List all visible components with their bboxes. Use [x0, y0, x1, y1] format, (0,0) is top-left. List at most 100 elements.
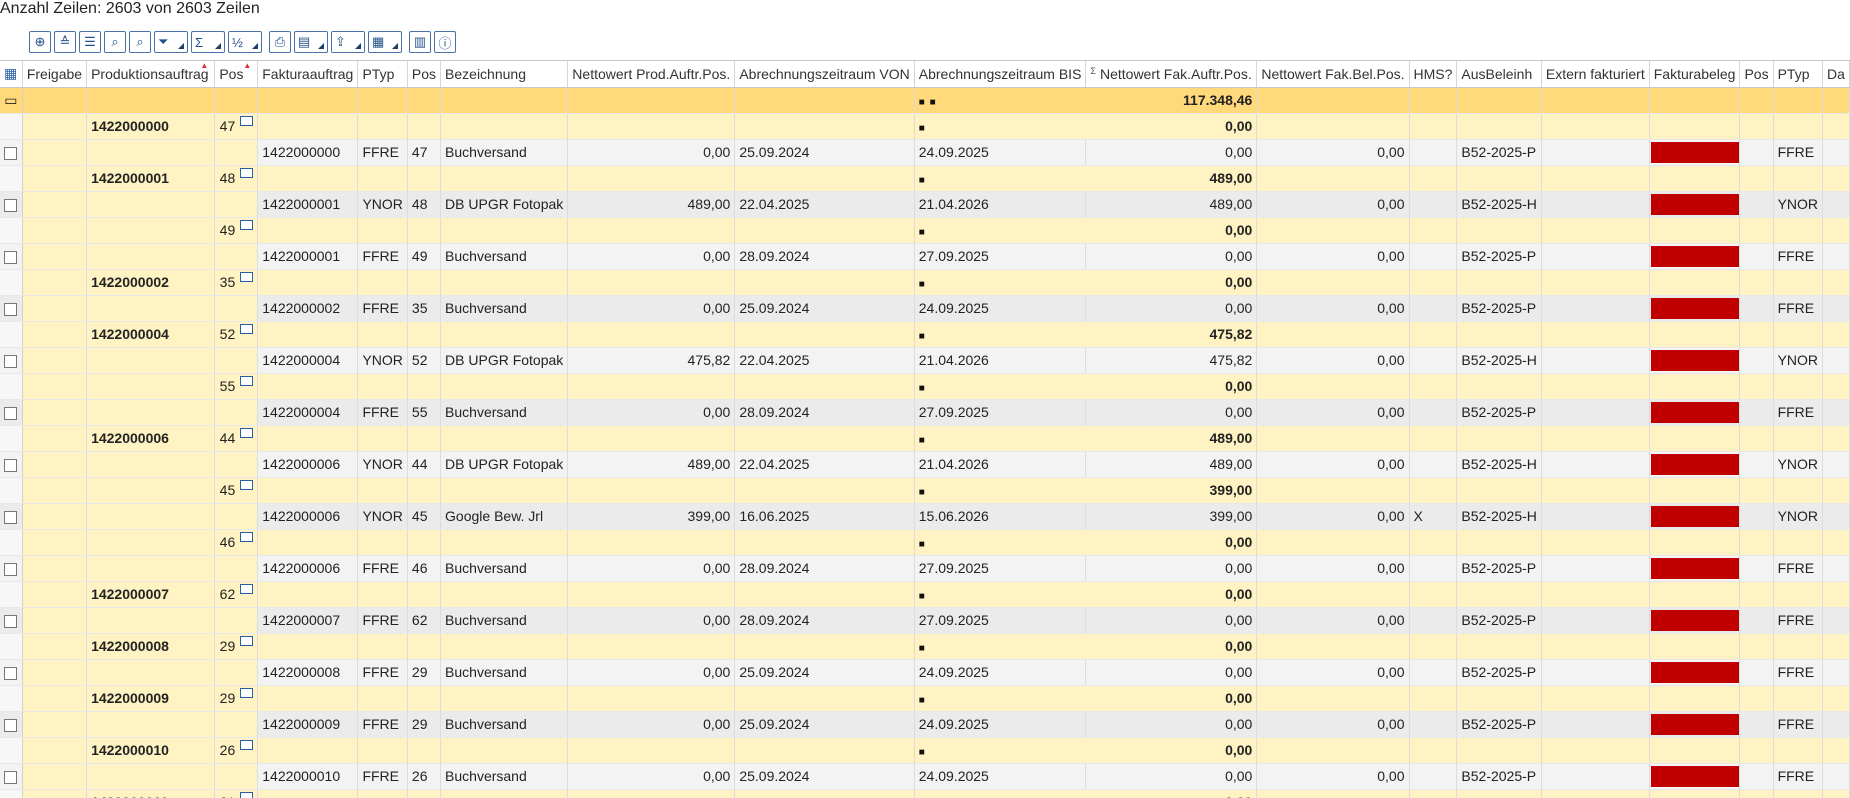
table-row[interactable]: 1422000000FFRE47Buchversand0,0025.09.202… [0, 139, 1850, 165]
detail-icon[interactable] [240, 636, 253, 646]
row-checkbox[interactable] [4, 719, 17, 732]
row-checkbox[interactable] [4, 771, 17, 784]
row-checkbox[interactable] [4, 147, 17, 160]
detail-icon[interactable] [240, 116, 253, 126]
column-header-9[interactable]: Abrechnungszeitraum VON [735, 61, 914, 87]
row-checkbox[interactable] [4, 355, 17, 368]
column-header-2[interactable]: Produktionsauftrag▲ [87, 61, 215, 87]
freigabe-cell [22, 269, 86, 295]
column-header-14[interactable]: AusBeleinh [1457, 61, 1542, 87]
column-header-6[interactable]: Pos [407, 61, 440, 87]
table-row[interactable]: 1422000006YNOR44DB UPGR Fotopak489,0022.… [0, 451, 1850, 477]
select-cell[interactable] [0, 711, 22, 737]
row-checkbox[interactable] [4, 563, 17, 576]
row-checkbox[interactable] [4, 667, 17, 680]
column-header-12[interactable]: Nettowert Fak.Bel.Pos. [1257, 61, 1409, 87]
table-row[interactable]: 1422000006FFRE46Buchversand0,0028.09.202… [0, 555, 1850, 581]
row-checkbox[interactable] [4, 459, 17, 472]
cell [1457, 477, 1542, 503]
row-checkbox[interactable] [4, 511, 17, 524]
column-header-1[interactable]: Freigabe [22, 61, 86, 87]
column-header-17[interactable]: Pos [1740, 61, 1773, 87]
select-cell[interactable] [0, 763, 22, 789]
detail-icon[interactable] [240, 688, 253, 698]
detail-icon[interactable] [240, 428, 253, 438]
table-row[interactable]: 1422000008FFRE29Buchversand0,0025.09.202… [0, 659, 1850, 685]
select-cell[interactable] [0, 243, 22, 269]
cell [1409, 425, 1457, 451]
column-header-16[interactable]: Fakturabeleg [1649, 61, 1740, 87]
column-header-5[interactable]: PTyp [358, 61, 407, 87]
detail-icon[interactable] [240, 272, 253, 282]
detail-icon[interactable] [240, 376, 253, 386]
detail-icon[interactable] [240, 324, 253, 334]
row-checkbox[interactable] [4, 303, 17, 316]
table-row[interactable]: 1422000009FFRE29Buchversand0,0025.09.202… [0, 711, 1850, 737]
select-cell[interactable] [0, 295, 22, 321]
table-row[interactable]: 1422000006YNOR45Google Bew. Jrl399,0016.… [0, 503, 1850, 529]
detail-icon[interactable] [240, 168, 253, 178]
select-cell [0, 321, 22, 347]
filter-button[interactable]: ⏷ [154, 31, 188, 53]
detail-icon[interactable] [240, 792, 253, 798]
table-row[interactable]: 1422000004FFRE55Buchversand0,0028.09.202… [0, 399, 1850, 425]
extern-billed [1541, 347, 1649, 373]
row-checkbox[interactable] [4, 199, 17, 212]
select-cell[interactable] [0, 399, 22, 425]
select-cell[interactable] [0, 607, 22, 633]
table-row[interactable]: 1422000004YNOR52DB UPGR Fotopak475,8222.… [0, 347, 1850, 373]
item-type: YNOR [358, 503, 407, 529]
sum-button[interactable]: Σ [191, 31, 225, 53]
column-header-15[interactable]: Extern fakturiert [1541, 61, 1649, 87]
detail-icon[interactable] [240, 480, 253, 490]
detail-icon[interactable] [240, 532, 253, 542]
chart-button[interactable]: ▥ [409, 31, 431, 53]
column-header-7[interactable]: Bezeichnung [441, 61, 568, 87]
freigabe-cell [22, 581, 86, 607]
select-cell[interactable] [0, 503, 22, 529]
select-cell[interactable] [0, 347, 22, 373]
select-cell[interactable] [0, 139, 22, 165]
column-header-4[interactable]: Fakturaauftrag [258, 61, 358, 87]
print-button[interactable]: ⎙ [269, 31, 291, 53]
select-cell[interactable] [0, 659, 22, 685]
select-all-column[interactable]: ▦ [0, 61, 22, 87]
detail-icon[interactable] [240, 740, 253, 750]
select-cell[interactable]: ▭ [0, 87, 22, 113]
table-row[interactable]: 1422000007FFRE62Buchversand0,0028.09.202… [0, 607, 1850, 633]
collapse-button[interactable]: ≙ [54, 31, 76, 53]
select-cell[interactable] [0, 191, 22, 217]
export-button[interactable]: ⇪ [331, 31, 365, 53]
chart-icon: ▥ [414, 34, 426, 50]
search-next-button[interactable]: ⌕ [129, 31, 151, 53]
row-checkbox[interactable] [4, 251, 17, 264]
detail-icon[interactable] [240, 584, 253, 594]
zoom-in-button[interactable]: ⊕ [29, 31, 51, 53]
column-header-18[interactable]: PTyp [1773, 61, 1822, 87]
row-checkbox[interactable] [4, 615, 17, 628]
subtotal-button[interactable]: ½ [228, 31, 262, 53]
table-row[interactable]: 1422000002FFRE35Buchversand0,0025.09.202… [0, 295, 1850, 321]
filter-list-button[interactable]: ☰ [79, 31, 101, 53]
select-cell[interactable] [0, 555, 22, 581]
views-button[interactable]: ▤ [294, 31, 328, 53]
column-header-11[interactable]: ΣNettowert Fak.Auftr.Pos. [1086, 61, 1257, 87]
cell [1823, 113, 1850, 139]
info-button[interactable]: ⓘ [434, 31, 456, 53]
detail-icon[interactable] [240, 220, 253, 230]
column-header-19[interactable]: Da [1823, 61, 1850, 87]
select-cell[interactable] [0, 451, 22, 477]
alv-grid[interactable]: ▦FreigabeProduktionsauftrag▲Pos▲Fakturaa… [0, 60, 1850, 798]
row-checkbox[interactable] [4, 407, 17, 420]
layout-button[interactable]: ▦ [368, 31, 402, 53]
search-button[interactable]: ⌕ [104, 31, 126, 53]
column-header-13[interactable]: HMS? [1409, 61, 1457, 87]
table-row[interactable]: 1422000001YNOR48DB UPGR Fotopak489,0022.… [0, 191, 1850, 217]
column-header-10[interactable]: Abrechnungszeitraum BIS [914, 61, 1086, 87]
billing-doc-pos [1740, 295, 1773, 321]
table-row[interactable]: 1422000001FFRE49Buchversand0,0028.09.202… [0, 243, 1850, 269]
column-header-3[interactable]: Pos▲ [215, 61, 258, 87]
table-row[interactable]: 1422000010FFRE26Buchversand0,0025.09.202… [0, 763, 1850, 789]
column-header-8[interactable]: Nettowert Prod.Auftr.Pos. [568, 61, 735, 87]
billing-doc-item-type: YNOR [1773, 191, 1822, 217]
